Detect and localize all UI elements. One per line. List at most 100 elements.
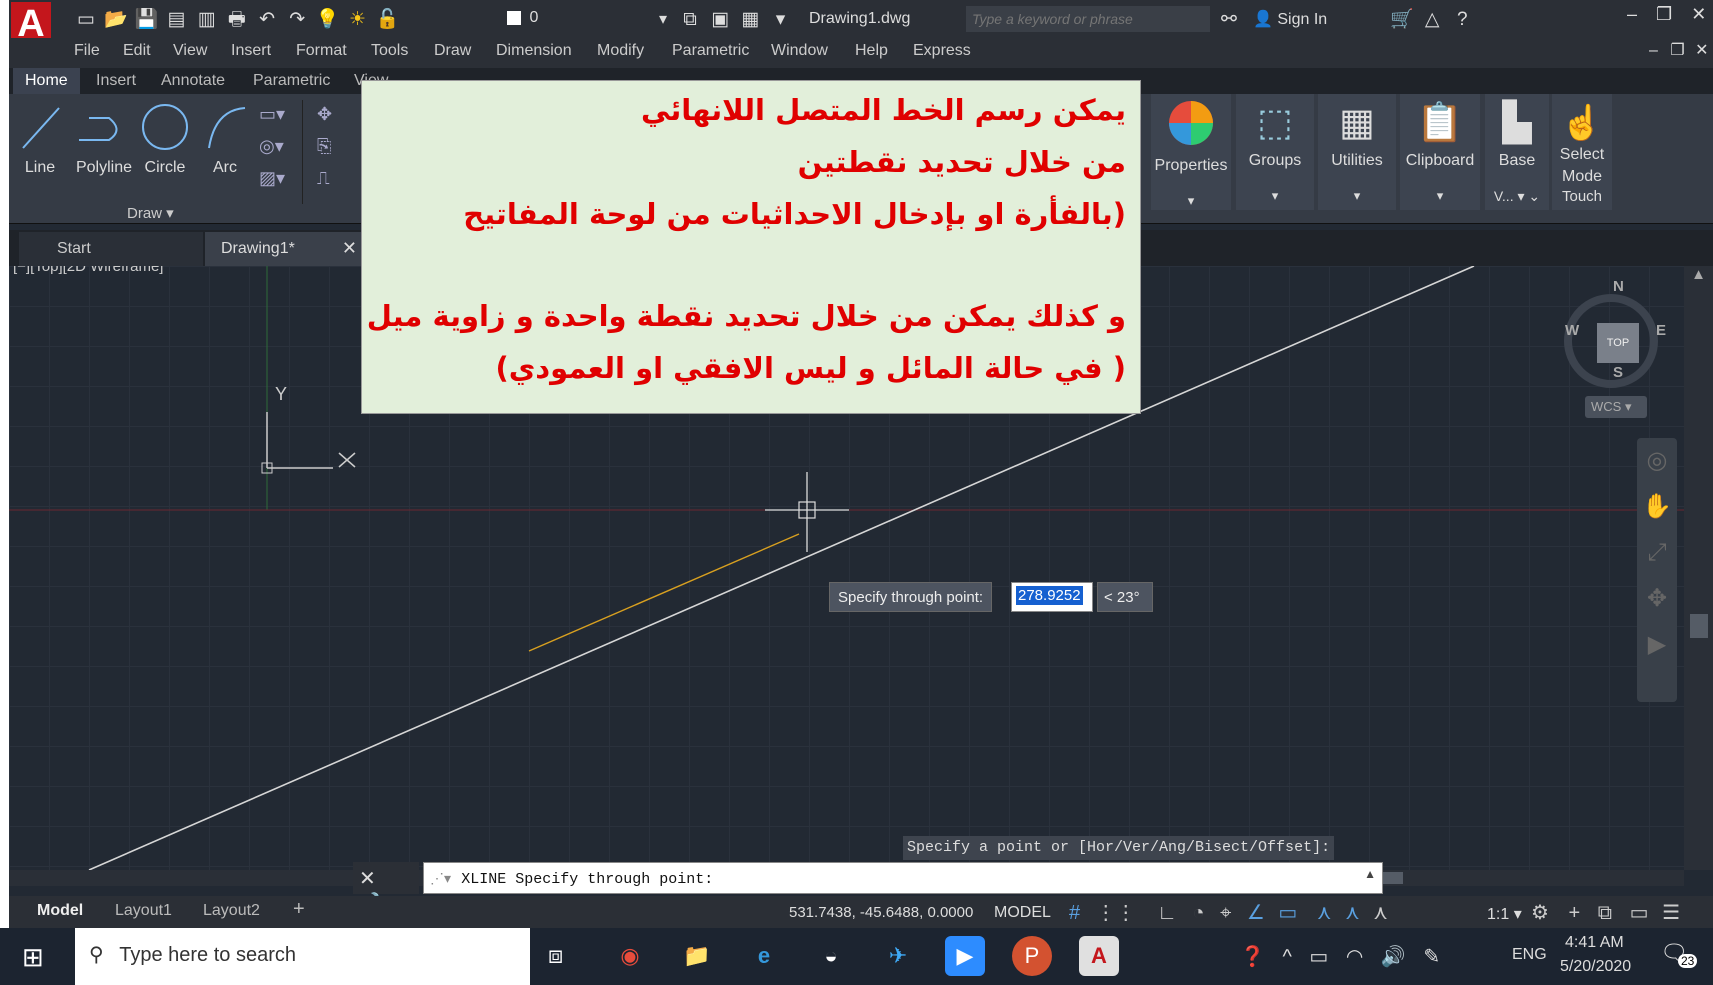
model-space-toggle[interactable]: MODEL: [994, 904, 1051, 922]
polar-icon[interactable]: ◔: [1192, 902, 1204, 924]
tab-annotate[interactable]: Annotate: [161, 72, 225, 90]
search-box[interactable]: [966, 6, 1210, 32]
dynamic-input-angle[interactable]: < 23°: [1097, 582, 1153, 612]
open-icon[interactable]: 📂: [103, 7, 129, 33]
isolate-icon[interactable]: ⧉: [1598, 902, 1612, 924]
menu-edit[interactable]: Edit: [123, 42, 151, 60]
bulb-icon[interactable]: 💡: [314, 7, 340, 33]
orbit-icon[interactable]: ✥: [1637, 576, 1677, 622]
annot-autoscale-icon[interactable]: ⋏: [1373, 902, 1388, 924]
cart-icon[interactable]: 🛒: [1389, 7, 1415, 33]
arc-button[interactable]: Arc: [197, 100, 253, 177]
help-icon[interactable]: ?: [1449, 7, 1475, 33]
hscroll-thumb[interactable]: [1381, 872, 1403, 884]
menu-insert[interactable]: Insert: [231, 42, 271, 60]
menu-express[interactable]: Express: [913, 42, 971, 60]
snap-icon[interactable]: ⋮⋮: [1096, 902, 1136, 924]
lineweight-icon[interactable]: ▭: [1278, 902, 1297, 924]
ortho-icon[interactable]: ∟: [1157, 902, 1177, 924]
zoom-icon[interactable]: ▶: [945, 936, 985, 976]
dynamic-input-field[interactable]: 278.9252: [1011, 582, 1093, 612]
powerpoint-icon[interactable]: P: [1012, 936, 1052, 976]
close-icon[interactable]: ✕: [359, 868, 376, 890]
polyline-button[interactable]: Polyline: [69, 100, 139, 177]
layer-dropdown[interactable]: 0 ▾: [507, 9, 667, 31]
app-icon[interactable]: ◒: [811, 936, 851, 976]
autocad-task-icon[interactable]: A: [1079, 936, 1119, 976]
pen-icon[interactable]: ✎: [1423, 946, 1440, 968]
language-indicator[interactable]: ENG: [1512, 946, 1547, 964]
menu-file[interactable]: File: [74, 42, 100, 60]
add-layout-icon[interactable]: +: [293, 898, 305, 921]
doc-close-icon[interactable]: ✕: [1695, 42, 1708, 59]
wcs-dropdown[interactable]: WCS ▾: [1585, 396, 1647, 418]
grid-icon[interactable]: #: [1069, 902, 1080, 924]
plot-icon[interactable]: 🖶: [224, 7, 250, 33]
help-tray-icon[interactable]: ❓: [1240, 946, 1265, 968]
battery-icon[interactable]: ▭: [1309, 946, 1328, 968]
redo-icon[interactable]: ↷: [284, 7, 310, 33]
undo-icon[interactable]: ↶: [254, 7, 280, 33]
menu-window[interactable]: Window: [771, 42, 828, 60]
base-button[interactable]: ▙ Base V... ▾ ⌄: [1485, 94, 1549, 210]
annot-scale-icon[interactable]: ⋏: [1317, 902, 1332, 924]
clipboard-button[interactable]: 📋 Clipboard ▾: [1400, 94, 1480, 210]
otrack-icon[interactable]: ∠: [1247, 902, 1265, 924]
doc-restore-icon[interactable]: ❐: [1670, 42, 1684, 59]
tab-model[interactable]: Model: [29, 900, 91, 922]
zoom-extents-icon[interactable]: ⤢: [1637, 530, 1677, 576]
rectangle-icon[interactable]: ▭▾: [259, 98, 285, 130]
a360-icon[interactable]: △: [1419, 7, 1445, 33]
navigation-bar[interactable]: ◎ ✋ ⤢ ✥ ▶: [1637, 438, 1677, 702]
saveas-icon[interactable]: ▤: [164, 7, 190, 33]
scale-dropdown[interactable]: 1:1 ▾: [1487, 904, 1522, 924]
windows-start-icon[interactable]: ⊞: [22, 942, 44, 973]
tab-drawing1[interactable]: Drawing1* ✕: [205, 232, 365, 266]
binoculars-icon[interactable]: ⚯: [1216, 7, 1242, 33]
lock-icon[interactable]: 🔓: [375, 7, 401, 33]
customize-icon[interactable]: ▾: [768, 7, 794, 33]
command-history-arrow[interactable]: ▲: [1364, 867, 1376, 881]
customize-icon[interactable]: ☰: [1662, 902, 1680, 924]
workspace-icon[interactable]: ▣: [707, 7, 733, 33]
tab-layout1[interactable]: Layout1: [115, 902, 172, 920]
publish-icon[interactable]: ▥: [194, 7, 220, 33]
volume-icon[interactable]: 🔊: [1381, 946, 1406, 968]
tab-home[interactable]: Home: [13, 68, 80, 94]
chrome-icon[interactable]: ◉: [610, 936, 650, 976]
sun-icon[interactable]: ☀: [345, 7, 371, 33]
circle-button[interactable]: Circle: [137, 100, 193, 177]
copy-icon[interactable]: ⎘: [317, 130, 332, 162]
plus-icon[interactable]: +: [1569, 902, 1581, 924]
new-icon[interactable]: ▭: [73, 7, 99, 33]
draw-panel-title[interactable]: Draw ▾: [127, 204, 174, 222]
doc-minimize-icon[interactable]: –: [1649, 42, 1658, 59]
qa-icon[interactable]: ▦: [737, 7, 763, 33]
command-line-handle[interactable]: ✕ 🔧: [353, 862, 419, 915]
properties-button[interactable]: Properties ▾: [1151, 94, 1231, 210]
search-input[interactable]: [966, 6, 1210, 32]
menu-format[interactable]: Format: [296, 42, 347, 60]
task-view-icon[interactable]: ⧈: [548, 942, 563, 970]
clock-date[interactable]: 5/20/2020: [1560, 958, 1631, 976]
save-icon[interactable]: 💾: [133, 7, 159, 33]
gear-icon[interactable]: ⚙: [1531, 902, 1549, 924]
scroll-up-icon[interactable]: ▲: [1684, 266, 1713, 283]
tray-chevron-icon[interactable]: ^: [1282, 946, 1291, 968]
wifi-icon[interactable]: ◠: [1346, 946, 1363, 968]
menu-help[interactable]: Help: [855, 42, 888, 60]
showmotion-icon[interactable]: ▶: [1637, 622, 1677, 668]
taskbar-search[interactable]: ⚲ Type here to search: [75, 928, 530, 985]
fullscreen-icon[interactable]: ▭: [1630, 902, 1649, 924]
menu-draw[interactable]: Draw: [434, 42, 471, 60]
match-props-icon[interactable]: ⧉: [677, 7, 703, 33]
viewcube-top[interactable]: TOP: [1597, 323, 1639, 363]
viewport-label[interactable]: [−][Top][2D Wireframe]: [13, 266, 163, 275]
steering-wheel-icon[interactable]: ◎: [1637, 438, 1677, 484]
edge-icon[interactable]: e: [744, 936, 784, 976]
menu-modify[interactable]: Modify: [597, 42, 644, 60]
explorer-icon[interactable]: 📁: [677, 936, 717, 976]
pan-icon[interactable]: ✋: [1637, 484, 1677, 530]
tab-parametric[interactable]: Parametric: [253, 72, 330, 90]
tab-start[interactable]: Start: [19, 232, 203, 266]
